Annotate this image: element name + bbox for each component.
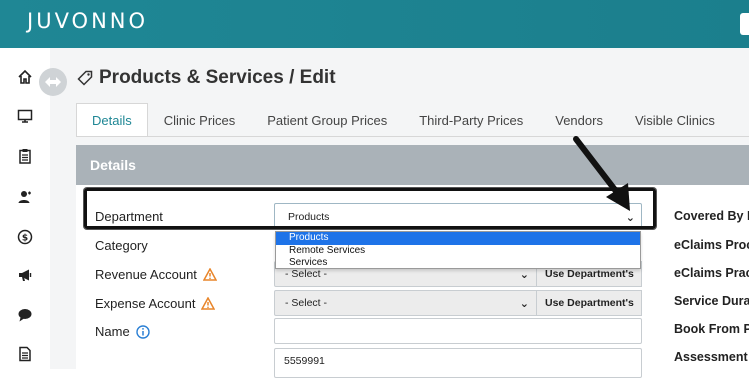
home-icon[interactable]: [16, 68, 34, 86]
svg-text:$: $: [22, 234, 28, 244]
page-title: Products & Services / Edit: [77, 67, 336, 89]
dollar-icon[interactable]: $: [16, 228, 34, 246]
category-label: Category: [95, 238, 148, 253]
warning-icon: [202, 268, 217, 281]
chevron-down-icon: ⌄: [519, 269, 529, 281]
panel-heading: Details: [76, 145, 749, 185]
app-logo[interactable]: JUVONNO: [27, 9, 148, 33]
tab-bar: Details Clinic Prices Patient Group Pric…: [76, 103, 731, 137]
document-icon[interactable]: [16, 345, 34, 363]
book-from-portal-label: Book From Po: [674, 322, 749, 336]
department-dropdown-list: Products Remote Services Services: [275, 231, 641, 269]
tab-visible-clinics[interactable]: Visible Clinics: [619, 103, 731, 137]
tab-details[interactable]: Details: [76, 103, 148, 137]
back-arrows-icon: [45, 77, 61, 87]
chat-icon[interactable]: [16, 306, 34, 324]
dropdown-option-products[interactable]: Products: [276, 232, 640, 245]
expense-label-text: Expense Account: [95, 296, 196, 311]
item-number-input[interactable]: 5559991: [274, 348, 642, 378]
chevron-down-icon: ⌄: [519, 298, 529, 310]
assessment-label: Assessment: [674, 350, 748, 364]
tab-third-party-prices[interactable]: Third-Party Prices: [403, 103, 539, 137]
name-input[interactable]: [274, 318, 642, 344]
tab-divider: [76, 136, 749, 137]
tab-vendors[interactable]: Vendors: [539, 103, 619, 137]
back-button[interactable]: [39, 68, 67, 96]
covered-by-label: Covered By In: [674, 209, 749, 223]
eclaims-procedure-label: eClaims Proce: [674, 238, 749, 252]
expense-account-label: Expense Account: [95, 296, 216, 311]
users-icon[interactable]: [16, 188, 34, 206]
revenue-account-label: Revenue Account: [95, 267, 217, 282]
warning-icon: [201, 297, 216, 310]
annotation-arrow-icon: [573, 136, 630, 211]
tab-clinic-prices[interactable]: Clinic Prices: [148, 103, 252, 137]
dropdown-option-services[interactable]: Services: [276, 257, 640, 270]
megaphone-icon[interactable]: [16, 266, 34, 284]
dropdown-option-remote-services[interactable]: Remote Services: [276, 245, 640, 258]
monitor-icon[interactable]: [16, 107, 34, 125]
page-title-text: Products & Services / Edit: [99, 67, 336, 88]
eclaims-practitioner-label: eClaims Pract: [674, 266, 749, 280]
expense-use-department-button[interactable]: Use Department's: [536, 290, 642, 316]
name-label: Name: [95, 324, 150, 339]
revenue-account-value: - Select -: [285, 268, 328, 280]
info-icon[interactable]: [135, 324, 150, 339]
category-label-text: Category: [95, 238, 148, 253]
tag-icon: [77, 70, 93, 86]
name-label-text: Name: [95, 324, 130, 339]
clipboard-icon[interactable]: [16, 147, 34, 165]
service-duration-label: Service Durati: [674, 294, 749, 308]
top-right-control[interactable]: [740, 13, 749, 35]
expense-account-value: - Select -: [285, 297, 328, 309]
expense-account-select[interactable]: - Select - ⌄: [274, 290, 538, 316]
sidebar: $: [0, 48, 50, 369]
top-bar: JUVONNO: [0, 0, 749, 48]
tab-patient-group-prices[interactable]: Patient Group Prices: [251, 103, 403, 137]
revenue-label-text: Revenue Account: [95, 267, 197, 282]
